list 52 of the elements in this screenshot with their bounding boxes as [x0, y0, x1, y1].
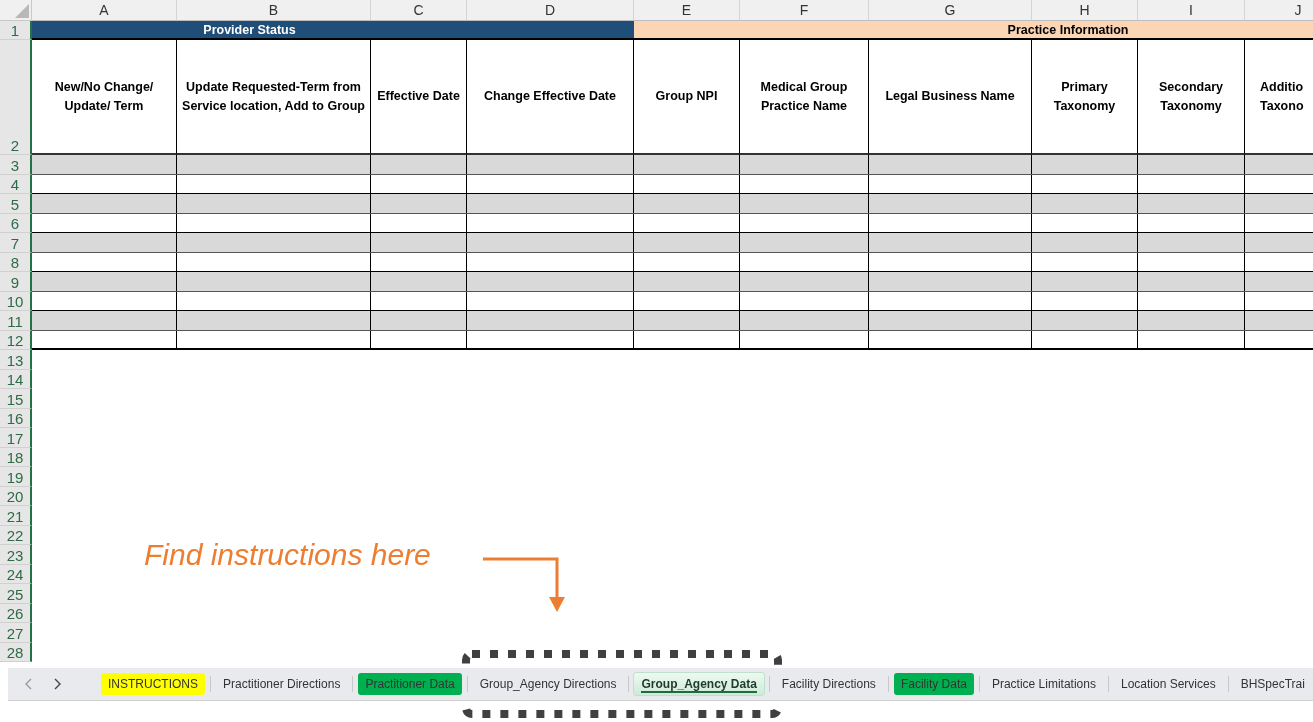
sheet-tab[interactable]: BHSpecTrai — [1233, 672, 1312, 696]
column-header[interactable]: C — [371, 0, 467, 21]
row-header[interactable]: 6 — [0, 213, 32, 233]
row-header[interactable]: 3 — [0, 155, 32, 175]
sheet-tab[interactable]: INSTRUCTIONS — [101, 672, 205, 696]
row-header[interactable]: 14 — [0, 369, 32, 389]
sheet-tab[interactable]: Group_Agency Directions — [472, 672, 624, 696]
row-header[interactable]: 19 — [0, 467, 32, 487]
sheet-tab[interactable]: Location Services — [1113, 672, 1223, 696]
column-header[interactable]: D — [467, 0, 634, 21]
row-header[interactable]: 13 — [0, 350, 32, 370]
sheet-tab[interactable]: Facility Directions — [774, 672, 883, 696]
row-header[interactable]: 25 — [0, 584, 32, 604]
row-header[interactable]: 21 — [0, 506, 32, 526]
row-header[interactable]: 12 — [0, 330, 32, 350]
sheet-tab[interactable]: Practitioner Data — [358, 672, 462, 696]
sheet-tab[interactable]: Facility Data — [893, 672, 974, 696]
sheet-tab[interactable]: Group_Agency Data — [634, 672, 764, 696]
row-header[interactable]: 18 — [0, 447, 32, 467]
row-header[interactable]: 7 — [0, 233, 32, 253]
row-header[interactable]: 27 — [0, 623, 32, 643]
row-header[interactable]: 23 — [0, 545, 32, 565]
column-header[interactable]: G — [869, 0, 1032, 21]
column-header[interactable]: A — [32, 0, 177, 21]
row-header[interactable]: 22 — [0, 525, 32, 545]
row-header[interactable]: 11 — [0, 311, 32, 331]
column-header[interactable]: B — [177, 0, 371, 21]
row-header[interactable]: 2 — [0, 40, 32, 155]
row-header[interactable]: 17 — [0, 428, 32, 448]
column-header[interactable]: E — [634, 0, 740, 21]
row-header[interactable]: 20 — [0, 486, 32, 506]
row-header[interactable]: 24 — [0, 564, 32, 584]
column-header[interactable]: H — [1032, 0, 1138, 21]
sheet-tab[interactable]: Practice Limitations — [984, 672, 1103, 696]
group-header: Provider Status — [32, 21, 467, 40]
row-header[interactable]: 26 — [0, 603, 32, 623]
row-header[interactable]: 8 — [0, 252, 32, 272]
row-header[interactable]: 1 — [0, 21, 32, 40]
group-header: Practice Information — [634, 21, 1313, 40]
row-header[interactable]: 16 — [0, 408, 32, 428]
row-header[interactable]: 28 — [0, 642, 32, 662]
column-header[interactable]: I — [1138, 0, 1245, 21]
select-all-icon[interactable] — [15, 4, 29, 18]
row-header[interactable]: 4 — [0, 174, 32, 194]
column-header[interactable]: J — [1245, 0, 1313, 21]
row-header[interactable]: 10 — [0, 291, 32, 311]
row-header[interactable]: 5 — [0, 194, 32, 214]
column-header[interactable]: F — [740, 0, 869, 21]
row-header[interactable]: 15 — [0, 389, 32, 409]
row-header[interactable]: 9 — [0, 272, 32, 292]
annotation-text: Find instructions here — [144, 538, 431, 572]
sheet-tab[interactable]: Practitioner Directions — [216, 672, 348, 696]
